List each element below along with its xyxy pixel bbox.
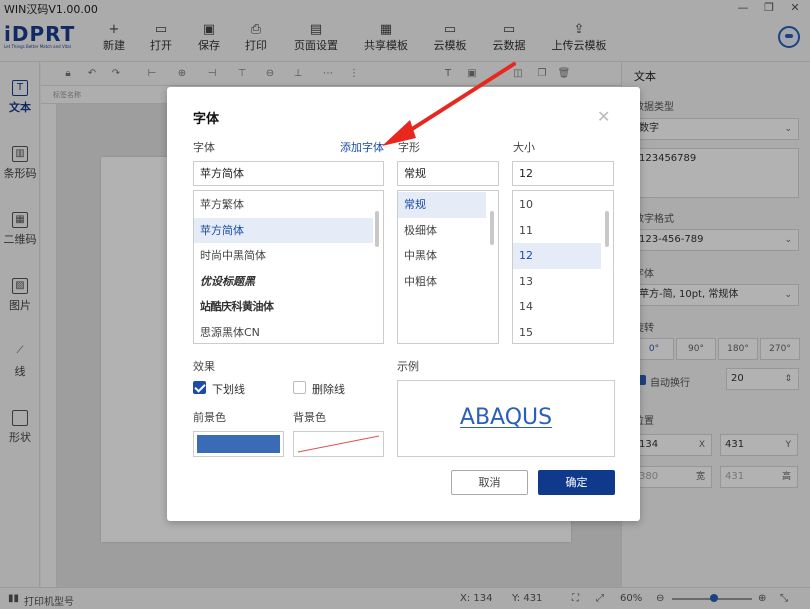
cancel-button[interactable]: 取消 <box>451 470 528 495</box>
list-item[interactable]: 中黑体 <box>398 243 498 269</box>
underline-label[interactable]: 下划线 <box>212 381 245 397</box>
style-list-scrollbar[interactable] <box>490 211 494 245</box>
ok-button[interactable]: 确定 <box>538 470 615 495</box>
foreground-color-swatch <box>197 435 280 453</box>
list-item[interactable]: 苹方简体 <box>194 217 373 243</box>
list-item[interactable]: 优设标题黑 <box>194 269 383 295</box>
foreground-color-label: 前景色 <box>193 411 226 424</box>
style-list[interactable]: 常规 极细体 中黑体 中粗体 <box>397 190 499 344</box>
list-item[interactable]: 站酷庆科黄油体 <box>194 294 383 320</box>
list-item[interactable]: 极细体 <box>398 218 498 244</box>
font-dialog: 字体 ✕ 字体 添加字体 字形 大小 苹方简体 常规 12 苹方繁体 苹方简体 … <box>167 87 640 521</box>
list-item[interactable]: 14 <box>513 294 613 320</box>
list-item[interactable]: 思源黑体CN <box>194 320 383 344</box>
font-list[interactable]: 苹方繁体 苹方简体 时尚中黑简体 优设标题黑 站酷庆科黄油体 思源黑体CN <box>193 190 384 344</box>
foreground-color-picker[interactable] <box>193 431 284 457</box>
list-item[interactable]: 苹方繁体 <box>194 192 383 218</box>
effects-label: 效果 <box>193 360 215 373</box>
list-item[interactable]: 常规 <box>398 192 486 218</box>
font-size-input[interactable]: 12 <box>512 161 614 186</box>
background-color-label: 背景色 <box>293 411 326 424</box>
add-font-link[interactable]: 添加字体 <box>340 139 384 155</box>
list-item[interactable]: 时尚中黑简体 <box>194 243 383 269</box>
no-color-slash-icon <box>297 435 380 453</box>
strikethrough-checkbox[interactable] <box>293 381 306 394</box>
list-item[interactable]: 15 <box>513 320 613 344</box>
list-item[interactable]: 中粗体 <box>398 269 498 295</box>
list-item[interactable]: 13 <box>513 269 613 295</box>
sample-text: ABAQUS <box>459 405 553 430</box>
sample-preview: ABAQUS <box>397 380 615 457</box>
close-icon[interactable]: ✕ <box>597 107 610 126</box>
font-name-input[interactable]: 苹方简体 <box>193 161 384 186</box>
background-color-picker[interactable] <box>293 431 384 457</box>
list-item[interactable]: 11 <box>513 218 613 244</box>
underline-checkbox[interactable] <box>193 381 206 394</box>
size-list[interactable]: 10 11 12 13 14 15 <box>512 190 614 344</box>
size-list-scrollbar[interactable] <box>605 211 609 247</box>
list-item[interactable]: 12 <box>513 243 601 269</box>
list-item[interactable]: 10 <box>513 192 613 218</box>
annotation-arrow-icon <box>382 62 516 146</box>
strikethrough-label[interactable]: 删除线 <box>312 381 345 397</box>
sample-label: 示例 <box>397 360 419 373</box>
font-style-input[interactable]: 常规 <box>397 161 499 186</box>
font-column-label: 字体 <box>193 141 215 154</box>
dialog-title: 字体 <box>193 112 220 127</box>
font-list-scrollbar[interactable] <box>375 211 379 247</box>
